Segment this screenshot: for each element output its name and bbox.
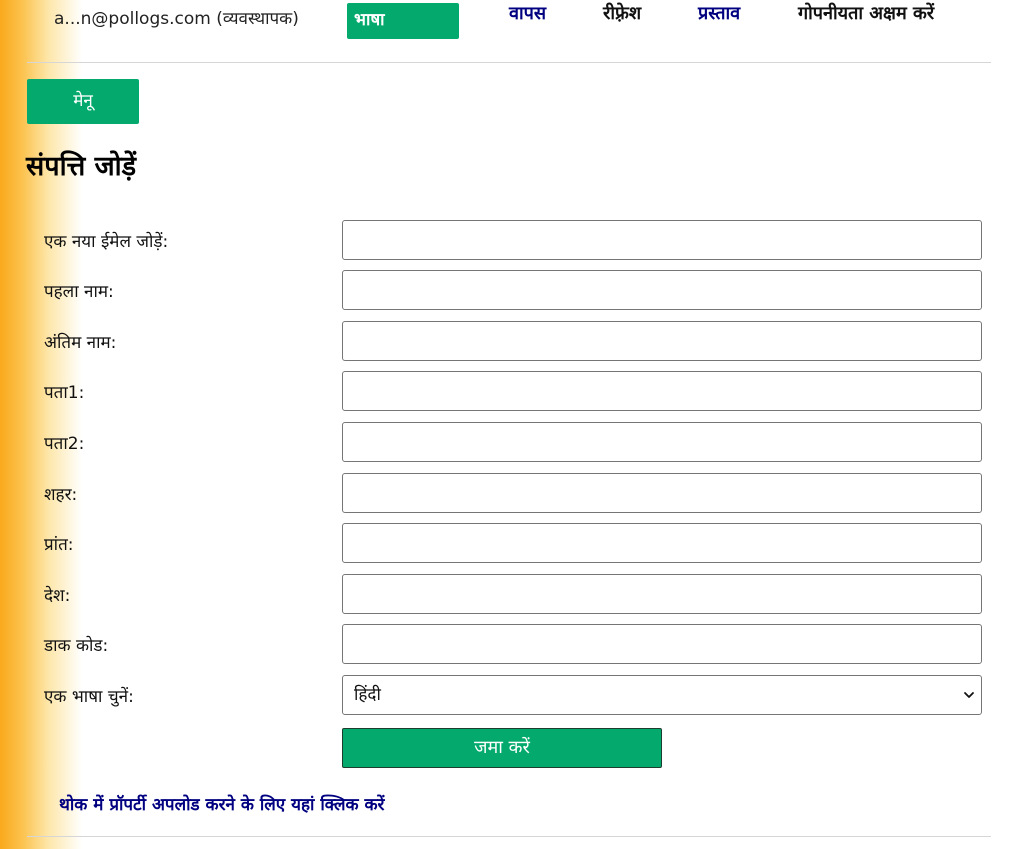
user-email: a...n@pollogs.com (व्यवस्थापक) <box>54 9 299 29</box>
footer-divider <box>27 836 991 837</box>
address1-label: पता1: <box>44 383 85 403</box>
chevron-down-icon <box>964 692 974 698</box>
nav-proposal-link[interactable]: प्रस्ताव <box>698 1 740 25</box>
nav-back-link[interactable]: वापस <box>509 1 546 25</box>
province-label: प्रांत: <box>44 535 74 555</box>
last-name-label: अंतिम नाम: <box>44 333 117 353</box>
first-name-label: पहला नाम: <box>44 282 114 302</box>
city-input[interactable] <box>342 473 982 513</box>
email-label: एक नया ईमेल जोड़ें: <box>44 232 169 252</box>
nav-refresh-link[interactable]: रीफ़्रेश <box>603 1 641 25</box>
country-label: देश: <box>44 586 71 606</box>
language-button[interactable]: भाषा <box>347 3 459 39</box>
address2-input[interactable] <box>342 422 982 462</box>
language-select[interactable]: हिंदी <box>342 675 982 715</box>
email-input[interactable] <box>342 220 982 260</box>
header-divider <box>27 62 991 63</box>
postal-code-label: डाक कोड: <box>44 636 109 656</box>
address2-label: पता2: <box>44 434 85 454</box>
address1-input[interactable] <box>342 371 982 411</box>
postal-code-input[interactable] <box>342 624 982 664</box>
submit-button[interactable]: जमा करें <box>342 728 662 768</box>
province-input[interactable] <box>342 523 982 563</box>
bulk-upload-link[interactable]: थोक में प्रॉपर्टी अपलोड करने के लिए यहां… <box>59 792 385 815</box>
page-title: संपत्ति जोड़ें <box>26 151 137 182</box>
language-select-label: एक भाषा चुनें: <box>44 687 134 707</box>
language-select-value: हिंदी <box>354 685 381 705</box>
nav-privacy-link[interactable]: गोपनीयता अक्षम करें <box>798 1 934 25</box>
country-input[interactable] <box>342 574 982 614</box>
menu-button[interactable]: मेनू <box>27 79 139 124</box>
first-name-input[interactable] <box>342 270 982 310</box>
last-name-input[interactable] <box>342 321 982 361</box>
city-label: शहर: <box>44 485 78 505</box>
